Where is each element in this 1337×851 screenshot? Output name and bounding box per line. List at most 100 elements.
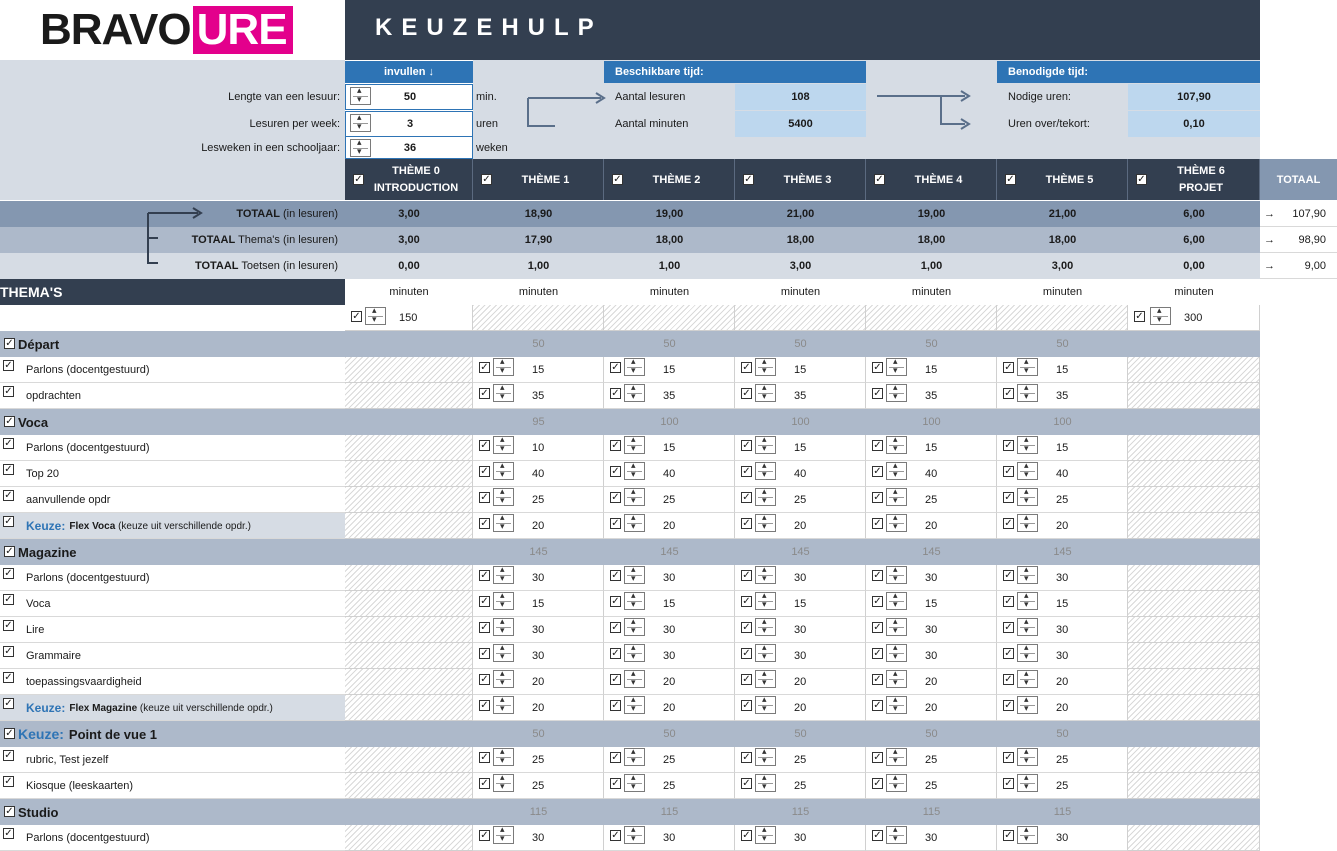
value-minutes[interactable]: 15 <box>925 435 965 461</box>
value-spinner[interactable] <box>886 564 907 584</box>
value-minutes[interactable]: 40 <box>663 461 703 487</box>
value-spinner[interactable] <box>1017 356 1038 376</box>
value-spinner[interactable] <box>624 512 645 532</box>
value-checkbox[interactable]: ✓ <box>741 622 752 633</box>
value-spinner[interactable] <box>1017 590 1038 610</box>
value-minutes[interactable]: 20 <box>532 695 572 721</box>
value-checkbox[interactable]: ✓ <box>741 388 752 399</box>
value-minutes[interactable]: 15 <box>532 357 572 383</box>
value-checkbox[interactable]: ✓ <box>741 648 752 659</box>
item-checkbox[interactable]: ✓ <box>3 568 14 579</box>
value-minutes[interactable]: 30 <box>794 825 834 851</box>
section-checkbox[interactable]: ✓ <box>4 338 15 349</box>
value-spinner[interactable] <box>493 564 514 584</box>
value-minutes[interactable]: 15 <box>1056 591 1096 617</box>
value-minutes[interactable]: 30 <box>925 643 965 669</box>
value-checkbox[interactable]: ✓ <box>610 830 621 841</box>
item-checkbox[interactable]: ✓ <box>3 386 14 397</box>
value-spinner[interactable] <box>886 746 907 766</box>
value-checkbox[interactable]: ✓ <box>872 778 883 789</box>
value-minutes[interactable]: 20 <box>925 695 965 721</box>
value-minutes[interactable]: 35 <box>794 383 834 409</box>
value-spinner[interactable] <box>886 382 907 402</box>
value-checkbox[interactable]: ✓ <box>872 596 883 607</box>
value-minutes[interactable]: 20 <box>1056 513 1096 539</box>
value-spinner[interactable] <box>624 694 645 714</box>
value-checkbox[interactable]: ✓ <box>1003 440 1014 451</box>
value-minutes[interactable]: 15 <box>794 435 834 461</box>
value-spinner[interactable] <box>624 746 645 766</box>
value-checkbox[interactable]: ✓ <box>610 388 621 399</box>
value-checkbox[interactable]: ✓ <box>872 674 883 685</box>
value-minutes[interactable]: 20 <box>1056 695 1096 721</box>
value-checkbox[interactable]: ✓ <box>479 648 490 659</box>
value-minutes[interactable]: 30 <box>794 617 834 643</box>
value-checkbox[interactable]: ✓ <box>741 674 752 685</box>
value-spinner[interactable] <box>1017 694 1038 714</box>
value-minutes[interactable]: 30 <box>794 643 834 669</box>
value-checkbox[interactable]: ✓ <box>872 752 883 763</box>
value-checkbox[interactable]: ✓ <box>1003 362 1014 373</box>
value-spinner[interactable] <box>1017 668 1038 688</box>
value-checkbox[interactable]: ✓ <box>872 388 883 399</box>
item-checkbox[interactable]: ✓ <box>3 776 14 787</box>
value-spinner[interactable] <box>755 668 776 688</box>
value-minutes[interactable]: 15 <box>794 357 834 383</box>
value-checkbox[interactable]: ✓ <box>479 752 490 763</box>
value-spinner[interactable] <box>755 356 776 376</box>
item-checkbox[interactable]: ✓ <box>3 620 14 631</box>
value-checkbox[interactable]: ✓ <box>610 700 621 711</box>
value-minutes[interactable]: 35 <box>1056 383 1096 409</box>
value-spinner[interactable] <box>1017 486 1038 506</box>
input-value[interactable]: 36 <box>385 136 435 159</box>
value-checkbox[interactable]: ✓ <box>610 492 621 503</box>
value-spinner[interactable] <box>1017 382 1038 402</box>
value-minutes[interactable]: 35 <box>925 383 965 409</box>
input-value[interactable]: 50 <box>385 84 435 110</box>
value-minutes[interactable]: 20 <box>1056 669 1096 695</box>
input-spinner[interactable] <box>350 137 371 157</box>
value-checkbox[interactable]: ✓ <box>872 830 883 841</box>
value-minutes[interactable]: 25 <box>794 747 834 773</box>
value-spinner[interactable] <box>886 460 907 480</box>
item-checkbox[interactable]: ✓ <box>3 750 14 761</box>
value-spinner[interactable] <box>1017 460 1038 480</box>
value-checkbox[interactable]: ✓ <box>610 622 621 633</box>
section-checkbox[interactable]: ✓ <box>4 728 15 739</box>
value-spinner[interactable] <box>886 616 907 636</box>
value-minutes[interactable]: 15 <box>663 357 703 383</box>
section-checkbox[interactable]: ✓ <box>4 546 15 557</box>
value-minutes[interactable]: 25 <box>663 487 703 513</box>
value-minutes[interactable]: 30 <box>663 643 703 669</box>
value-checkbox[interactable]: ✓ <box>479 492 490 503</box>
value-checkbox[interactable]: ✓ <box>610 518 621 529</box>
value-minutes[interactable]: 20 <box>794 513 834 539</box>
value-minutes[interactable]: 35 <box>532 383 572 409</box>
value-checkbox[interactable]: ✓ <box>741 830 752 841</box>
value-minutes[interactable]: 30 <box>532 643 572 669</box>
value-spinner[interactable] <box>493 668 514 688</box>
value-spinner[interactable] <box>1017 564 1038 584</box>
value-minutes[interactable]: 20 <box>794 695 834 721</box>
value-checkbox[interactable]: ✓ <box>872 492 883 503</box>
value-spinner[interactable] <box>493 460 514 480</box>
value-checkbox[interactable]: ✓ <box>479 674 490 685</box>
value-checkbox[interactable]: ✓ <box>872 700 883 711</box>
value-spinner[interactable] <box>755 824 776 844</box>
section-checkbox[interactable]: ✓ <box>4 806 15 817</box>
value-spinner[interactable] <box>755 460 776 480</box>
value-checkbox[interactable]: ✓ <box>1003 648 1014 659</box>
value-checkbox[interactable]: ✓ <box>610 466 621 477</box>
value-minutes[interactable]: 30 <box>925 617 965 643</box>
section-checkbox[interactable]: ✓ <box>4 416 15 427</box>
value-spinner[interactable] <box>886 694 907 714</box>
value-spinner[interactable] <box>886 434 907 454</box>
item-checkbox[interactable]: ✓ <box>3 516 14 527</box>
input-spinner[interactable] <box>350 112 371 132</box>
item-checkbox[interactable]: ✓ <box>3 360 14 371</box>
value-spinner[interactable] <box>624 434 645 454</box>
value-minutes[interactable]: 30 <box>532 617 572 643</box>
value-checkbox[interactable]: ✓ <box>479 440 490 451</box>
value-checkbox[interactable]: ✓ <box>610 596 621 607</box>
value-minutes[interactable]: 15 <box>925 357 965 383</box>
